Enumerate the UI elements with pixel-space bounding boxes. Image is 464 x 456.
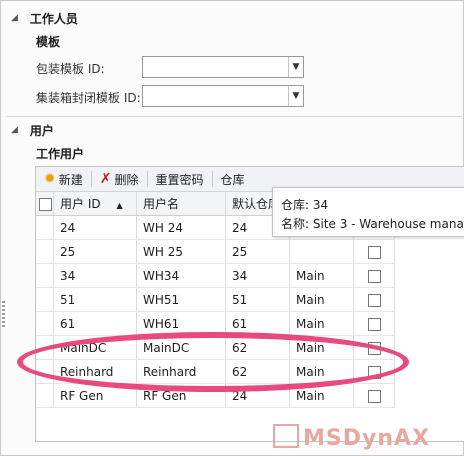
sort-ascending-icon: ▲ xyxy=(116,201,123,210)
watermark-text: MSDynAX xyxy=(303,426,430,451)
select-all-checkbox[interactable] xyxy=(39,197,52,211)
cell-flag[interactable] xyxy=(353,239,395,264)
delete-button[interactable]: ✗ 删除 xyxy=(92,167,147,191)
new-button[interactable]: ✹ 新建 xyxy=(36,167,91,191)
row-select-cell xyxy=(36,383,54,408)
table-row[interactable]: 51 WH51 51 Main xyxy=(36,287,395,312)
cell-user-name[interactable]: WH51 xyxy=(136,287,226,312)
row-select-cell xyxy=(36,287,54,312)
row-select-cell xyxy=(36,311,54,336)
cell-site[interactable]: Main xyxy=(289,263,354,288)
splitter-handle[interactable] xyxy=(2,301,5,327)
cell-warehouse[interactable]: 51 xyxy=(225,287,290,312)
cell-user-id[interactable]: 34 xyxy=(53,263,137,288)
chevron-down-icon[interactable]: ▼ xyxy=(288,86,303,106)
delete-label: 删除 xyxy=(114,172,139,187)
group-title: 工作用户 xyxy=(36,147,85,161)
column-header-user-name[interactable]: 用户名 xyxy=(136,192,226,216)
warehouse-button[interactable]: 仓库 xyxy=(213,167,253,191)
section-title: 用户 xyxy=(29,123,54,138)
cell-site[interactable]: Main xyxy=(289,311,354,336)
cell-site[interactable]: Main xyxy=(289,287,354,312)
tooltip-name: 名称: Site 3 - Warehouse mana xyxy=(281,217,464,231)
table-row[interactable]: 34 WH34 34 Main xyxy=(36,263,395,288)
chevron-down-icon[interactable]: ▼ xyxy=(288,57,303,77)
group-title: 模板 xyxy=(36,35,61,49)
highlight-ellipse xyxy=(17,332,409,392)
row-checkbox[interactable] xyxy=(367,269,381,283)
cell-flag[interactable] xyxy=(353,311,395,336)
form-panel: ◢ 工作人员 模板 包装模板 ID: ▼ 集装箱封闭模板 ID: ▼ ◢ 用户 … xyxy=(0,0,464,456)
cell-user-name[interactable]: WH 24 xyxy=(136,215,226,240)
cell-user-id[interactable]: 24 xyxy=(53,215,137,240)
cell-site[interactable] xyxy=(289,239,354,264)
row-checkbox[interactable] xyxy=(367,245,381,259)
divider xyxy=(7,116,462,117)
packing-template-label: 包装模板 ID: xyxy=(36,62,105,76)
cell-warehouse[interactable]: 25 xyxy=(225,239,290,264)
container-close-template-combo[interactable]: ▼ xyxy=(142,85,304,107)
section-users-header[interactable]: ◢ 用户 xyxy=(11,122,54,138)
row-checkbox[interactable] xyxy=(367,293,381,307)
section-staff-header[interactable]: ◢ 工作人员 xyxy=(11,10,78,26)
cell-flag[interactable] xyxy=(353,383,395,408)
row-select-cell xyxy=(36,239,54,264)
column-label: 用户 ID xyxy=(60,197,101,211)
watermark-logo: MSDynAX xyxy=(273,424,430,451)
cell-user-id[interactable]: 25 xyxy=(53,239,137,264)
row-checkbox[interactable] xyxy=(367,317,381,331)
section-title: 工作人员 xyxy=(29,11,78,26)
warehouse-tooltip: 仓库: 34 名称: Site 3 - Warehouse mana xyxy=(272,187,464,237)
new-label: 新建 xyxy=(58,172,83,187)
row-select-cell xyxy=(36,263,54,288)
container-close-template-label: 集装箱封闭模板 ID: xyxy=(36,91,141,105)
logo-icon xyxy=(273,424,299,448)
select-all-cell xyxy=(36,192,54,216)
reset-password-button[interactable]: 重置密码 xyxy=(148,167,212,191)
cell-user-id[interactable]: 61 xyxy=(53,311,137,336)
row-checkbox[interactable] xyxy=(367,389,381,403)
collapse-arrow-icon[interactable]: ◢ xyxy=(11,13,18,23)
cell-user-name[interactable]: WH34 xyxy=(136,263,226,288)
delete-x-icon: ✗ xyxy=(99,171,112,187)
sun-icon: ✹ xyxy=(44,171,56,187)
cell-user-name[interactable]: WH 25 xyxy=(136,239,226,264)
cell-user-id[interactable]: 51 xyxy=(53,287,137,312)
row-select-cell xyxy=(36,215,54,240)
cell-flag[interactable] xyxy=(353,287,395,312)
column-header-user-id[interactable]: 用户 ID ▲ xyxy=(53,192,137,216)
cell-warehouse[interactable]: 34 xyxy=(225,263,290,288)
tooltip-warehouse: 仓库: 34 xyxy=(281,198,329,212)
cell-flag[interactable] xyxy=(353,263,395,288)
packing-template-combo[interactable]: ▼ xyxy=(142,56,304,78)
collapse-arrow-icon[interactable]: ◢ xyxy=(11,125,18,135)
table-row[interactable]: 25 WH 25 25 xyxy=(36,239,395,264)
